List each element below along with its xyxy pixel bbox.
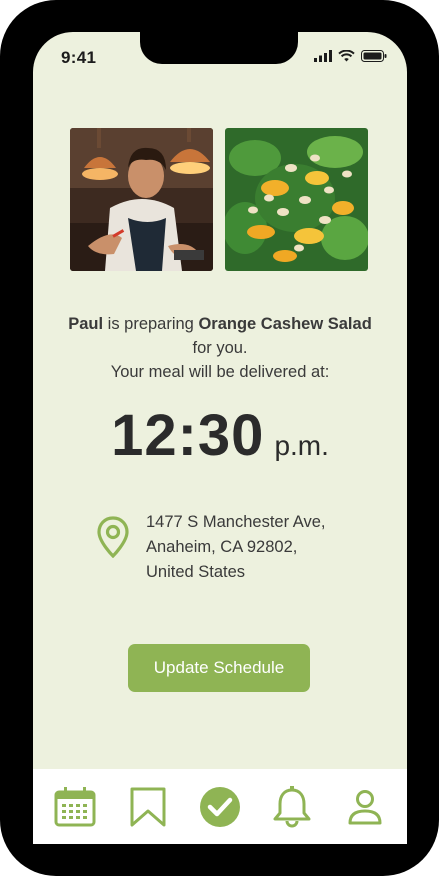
delivery-time: 12:30 p.m. <box>33 402 407 469</box>
chef-name: Paul <box>68 315 104 333</box>
check-icon <box>199 786 240 827</box>
for-you-text: for you. <box>192 339 248 357</box>
signal-icon <box>314 50 332 62</box>
tab-calendar[interactable] <box>51 783 99 831</box>
profile-icon <box>348 789 382 824</box>
delivery-time-value: 12:30 <box>111 403 265 468</box>
address-line-3: United States <box>146 563 246 581</box>
battery-icon <box>361 50 387 62</box>
preparing-message: Paul is preparing Orange Cashew Salad <box>33 312 407 336</box>
tab-saved[interactable] <box>124 783 172 831</box>
address-line-2: Anaheim, CA 92802, <box>146 538 298 556</box>
preparing-text: is preparing <box>103 315 199 333</box>
update-schedule-button[interactable]: Update Schedule <box>128 644 310 692</box>
dish-name: Orange Cashew Salad <box>198 315 372 333</box>
delivery-address: 1477 S Manchester Ave, Anaheim, CA 92802… <box>146 510 325 585</box>
app-screen: 9:41 Paul is preparing Orange Cashew Sal… <box>33 32 407 844</box>
tab-orders[interactable] <box>196 783 244 831</box>
status-icons <box>314 50 387 62</box>
location-pin-icon <box>97 516 129 558</box>
bell-icon <box>273 785 311 827</box>
bottom-tab-bar <box>33 769 407 844</box>
delivery-time-ampm: p.m. <box>274 430 329 461</box>
phone-frame: 9:41 Paul is preparing Orange Cashew Sal… <box>0 0 439 876</box>
status-time: 9:41 <box>61 48 97 67</box>
bookmark-icon <box>130 787 166 826</box>
calendar-icon <box>54 786 96 826</box>
notch <box>140 32 298 64</box>
chef-photo <box>70 128 213 271</box>
delivered-text: Your meal will be delivered at: <box>110 363 330 381</box>
address-line-1: 1477 S Manchester Ave, <box>146 513 326 531</box>
tab-notifications[interactable] <box>268 783 316 831</box>
salad-photo <box>225 128 368 271</box>
wifi-icon <box>338 50 355 62</box>
tab-profile[interactable] <box>341 783 389 831</box>
